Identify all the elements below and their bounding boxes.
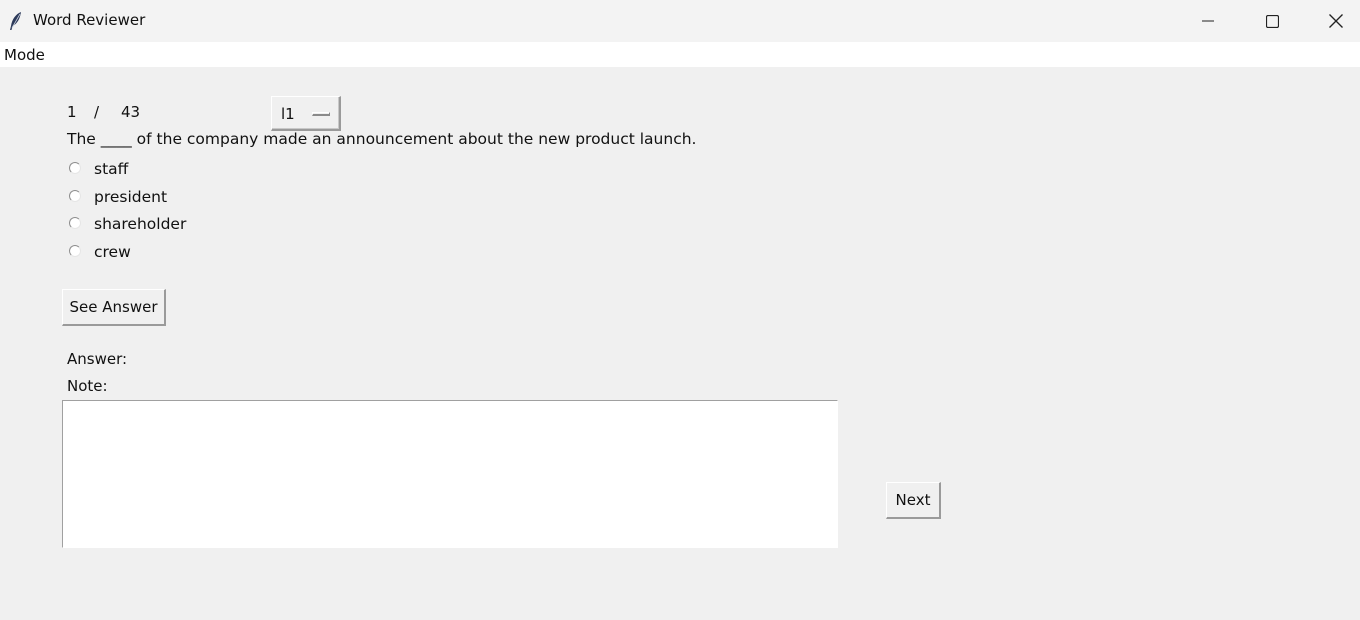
counter-total: 43 <box>121 103 141 121</box>
radio-button-icon[interactable] <box>69 162 81 174</box>
set-selector-value: l1 <box>281 105 295 123</box>
question-text: The ____ of the company made an announce… <box>67 130 697 148</box>
radio-button-icon[interactable] <box>69 217 81 229</box>
see-answer-button[interactable]: See Answer <box>62 289 166 326</box>
close-button[interactable] <box>1304 0 1360 42</box>
note-label: Note: <box>67 377 108 395</box>
note-textarea[interactable] <box>62 400 838 548</box>
menu-bar: Mode <box>0 42 1360 67</box>
next-button[interactable]: Next <box>886 482 941 519</box>
maximize-icon <box>1265 14 1279 28</box>
app-window: Word Reviewer Mode 1 / 43 l1 The ____ of… <box>0 0 1360 620</box>
answer-label: Answer: <box>67 350 128 368</box>
window-title: Word Reviewer <box>33 11 146 29</box>
minimize-button[interactable] <box>1176 0 1240 42</box>
minimize-icon <box>1202 20 1214 22</box>
counter-separator: / <box>94 103 100 121</box>
feather-icon <box>10 12 21 30</box>
title-bar[interactable]: Word Reviewer <box>0 0 1360 42</box>
option-label: president <box>94 188 168 206</box>
radio-button-icon[interactable] <box>69 190 81 202</box>
option-label: staff <box>94 160 129 178</box>
option-label: shareholder <box>94 215 187 233</box>
menu-mode[interactable]: Mode <box>4 46 45 64</box>
maximize-button[interactable] <box>1240 0 1304 42</box>
counter-current: 1 <box>67 103 77 121</box>
dropdown-indicator-icon <box>312 112 330 116</box>
radio-button-icon[interactable] <box>69 245 81 257</box>
close-icon <box>1329 14 1343 28</box>
set-selector-dropdown[interactable]: l1 <box>271 96 341 131</box>
option-label: crew <box>94 243 131 261</box>
